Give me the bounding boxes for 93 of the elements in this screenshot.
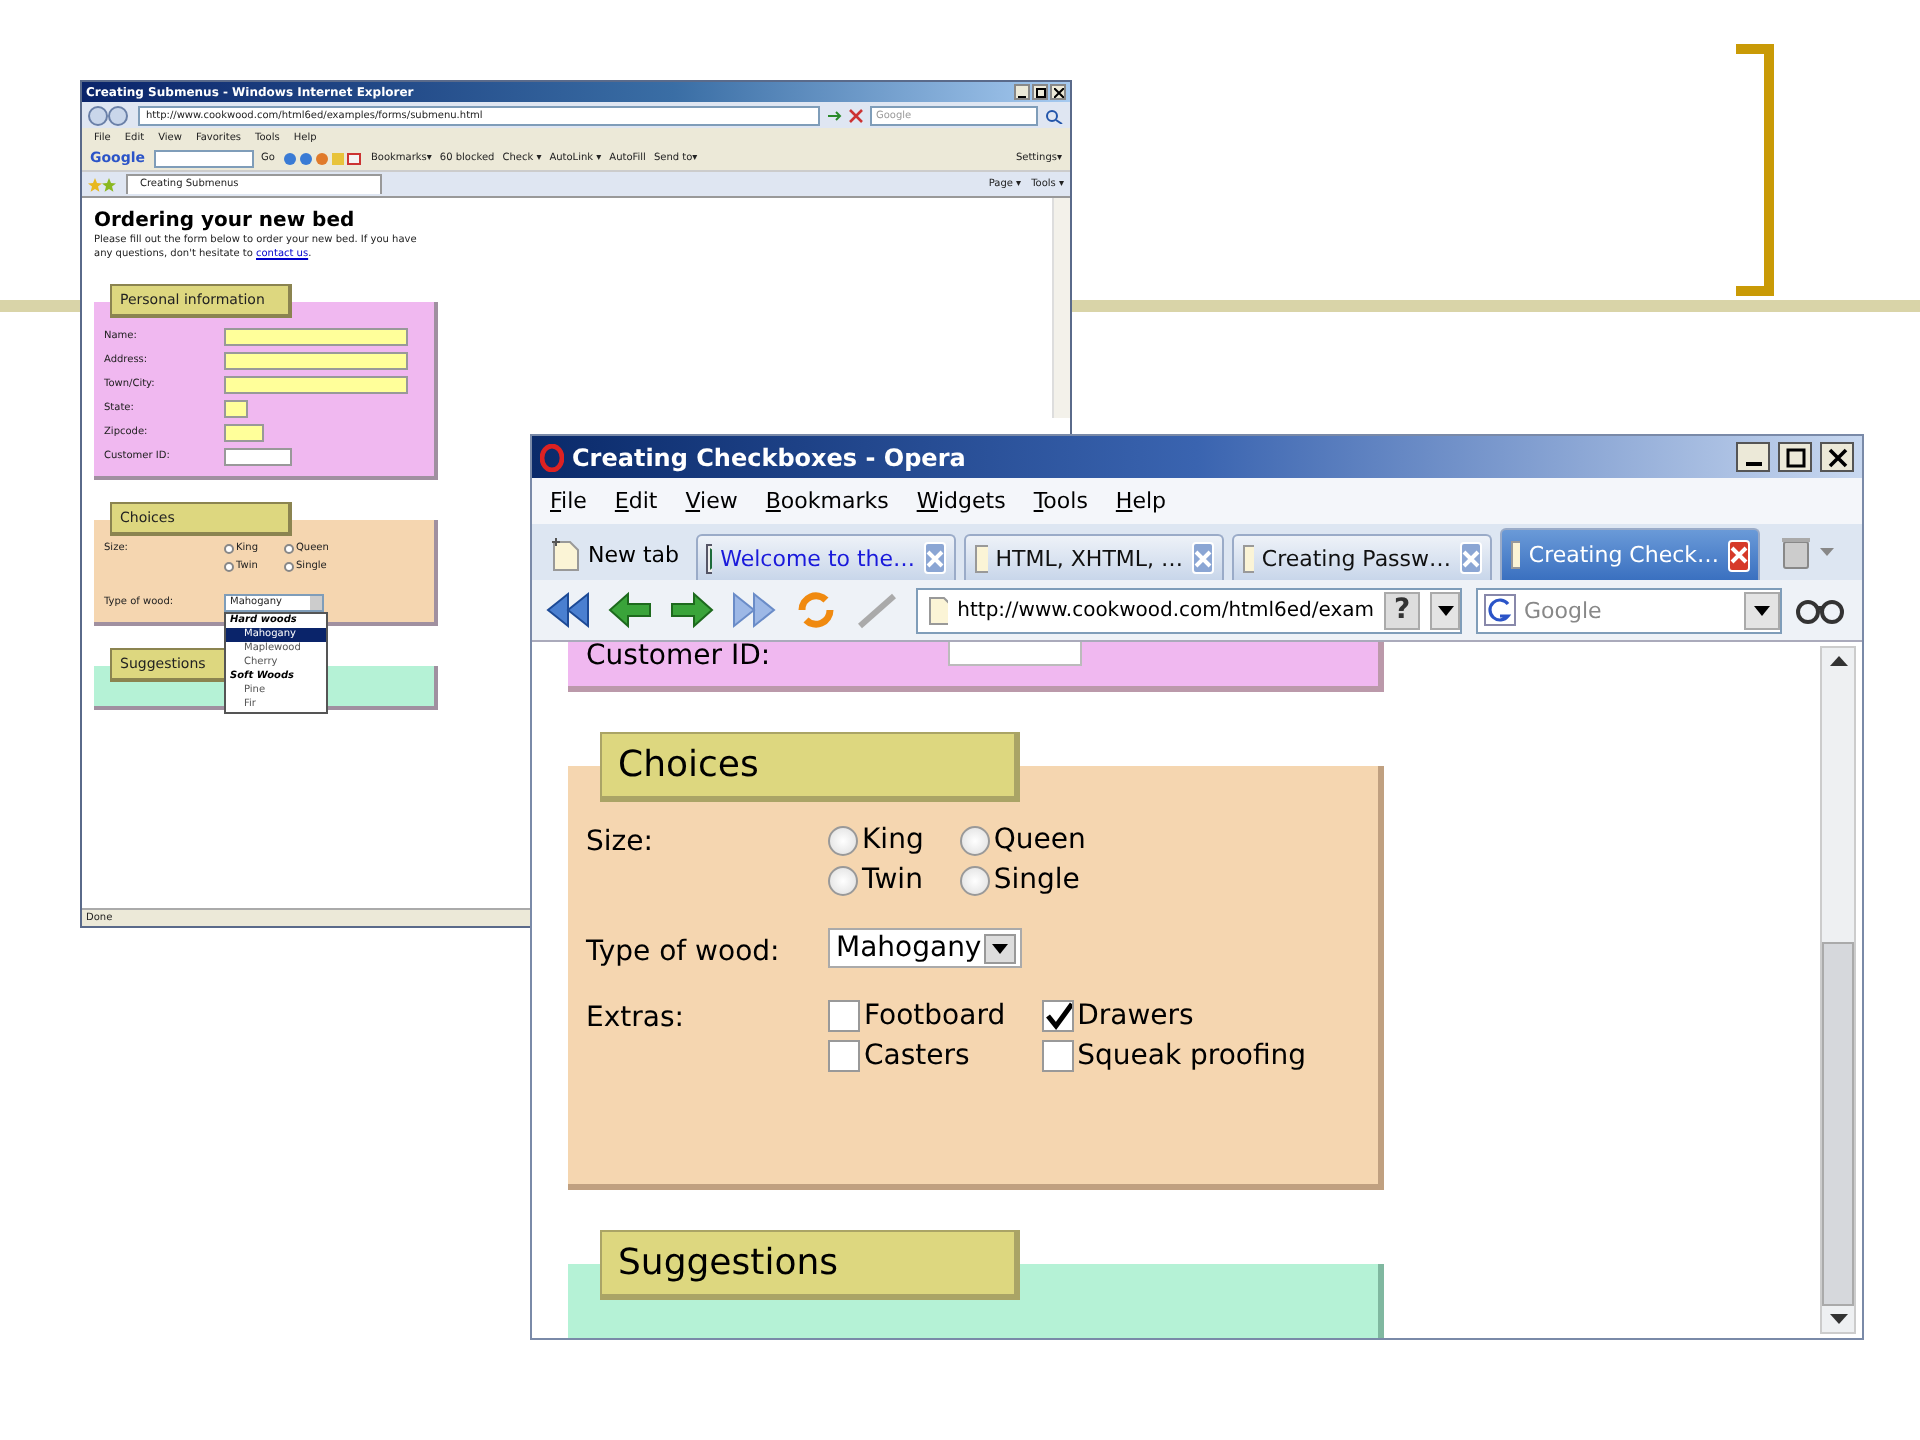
checkbox-option[interactable]: Footboard (828, 996, 1006, 1036)
section-legend: Choices (600, 732, 1020, 802)
back-forward-icon[interactable] (88, 105, 132, 125)
radio-option[interactable]: Queen (959, 820, 1086, 860)
scroll-up-icon[interactable] (1829, 656, 1847, 666)
maximize-icon (1785, 447, 1805, 467)
close-button[interactable] (1820, 442, 1854, 472)
new-tab-button[interactable]: New tab (544, 528, 688, 580)
page-icon (552, 537, 580, 571)
field-label: Customer ID: (586, 642, 773, 672)
glasses-icon[interactable] (1796, 596, 1844, 624)
input-field[interactable] (224, 447, 292, 465)
favorites-icon[interactable] (88, 177, 116, 191)
minimize-button[interactable] (1014, 84, 1030, 100)
input-field[interactable] (224, 399, 248, 417)
checkmark-icon (1043, 1001, 1072, 1031)
minimize-icon (1745, 461, 1761, 465)
browser-tab[interactable]: Creating Check… (1499, 528, 1760, 580)
browser-tab[interactable]: HTML, XHTML, … (963, 534, 1224, 580)
help-button[interactable]: ? (1384, 591, 1421, 629)
close-tab-button[interactable] (1459, 542, 1482, 574)
tab-title: Welcome to the… (720, 545, 916, 571)
input-field[interactable] (224, 327, 408, 345)
radio-option[interactable]: King (828, 820, 924, 860)
close-tab-button[interactable] (923, 542, 946, 574)
close-icon (1193, 549, 1212, 567)
menu-item[interactable]: Widgets (916, 488, 1006, 514)
search-field[interactable] (153, 149, 254, 167)
browser-tab[interactable]: Creating Passw… (1231, 534, 1492, 580)
google-icon (1484, 594, 1516, 626)
menu-item[interactable]: Bookmarks (765, 488, 889, 514)
page-icon (928, 595, 948, 625)
field-label: Type of wood: (586, 933, 782, 967)
menu-item[interactable]: File (550, 488, 587, 514)
tab-title: Creating Check… (1528, 542, 1720, 568)
browser-tab[interactable]: Welcome to the… (695, 534, 956, 580)
caret-icon (992, 944, 1008, 954)
checkbox-option[interactable]: Squeak proofing (1041, 1036, 1307, 1076)
radio-option[interactable]: Twin (828, 860, 924, 900)
back-arrow-icon[interactable] (606, 590, 654, 630)
dropdown-button[interactable] (1430, 591, 1460, 629)
search-field[interactable]: Google (1476, 587, 1782, 633)
input-field[interactable] (948, 642, 1082, 666)
search-icon[interactable] (1044, 107, 1064, 123)
field-label: Extras: (586, 1000, 686, 1034)
refresh-icon[interactable] (826, 107, 842, 123)
window-title: Creating Checkboxes - Opera (572, 443, 966, 471)
caret-icon (1754, 605, 1770, 615)
caret-icon (1437, 605, 1454, 615)
forward-arrow-icon[interactable] (668, 590, 716, 630)
close-icon (925, 549, 944, 567)
rewind-icon[interactable] (544, 590, 592, 630)
minimize-button[interactable] (1736, 442, 1770, 472)
fast-forward-icon[interactable] (730, 590, 778, 630)
section-legend: Suggestions (600, 1230, 1020, 1300)
wood-select[interactable]: Mahogany (828, 928, 1022, 968)
page-heading: Ordering your new bed (94, 210, 357, 232)
tab-title: Creating Passw… (1261, 545, 1452, 571)
tab-title: HTML, XHTML, … (995, 545, 1184, 571)
menu-item[interactable]: Help (1115, 488, 1167, 514)
close-icon (1827, 447, 1847, 467)
input-field[interactable] (224, 351, 408, 369)
pencil-icon[interactable] (854, 590, 902, 630)
maximize-button[interactable] (1778, 442, 1812, 472)
close-tab-button[interactable] (1191, 542, 1214, 574)
close-tab-button[interactable] (1727, 539, 1750, 571)
page-icon (973, 543, 988, 573)
maximize-icon (1035, 87, 1045, 97)
menu-item[interactable]: Edit (614, 488, 658, 514)
input-field[interactable] (224, 375, 408, 393)
close-icon (1729, 546, 1748, 564)
address-field[interactable]: http://www.cookwood.com/html6ed/exam ? (916, 587, 1462, 633)
scrollbar[interactable] (1052, 198, 1070, 418)
opera-logo-icon (540, 443, 564, 471)
dropdown-button[interactable] (1744, 591, 1780, 629)
close-button[interactable] (1050, 84, 1066, 100)
close-icon[interactable] (848, 107, 864, 123)
field-label: Size: (586, 824, 655, 858)
close-icon (1461, 549, 1480, 567)
checkbox-option[interactable]: Drawers (1041, 996, 1307, 1036)
page-icon (1241, 543, 1254, 573)
dropdown-arrow-icon[interactable] (1819, 548, 1834, 556)
maximize-button[interactable] (1032, 84, 1048, 100)
trash-icon[interactable] (1779, 534, 1812, 570)
close-icon (1053, 87, 1063, 97)
menu-item[interactable]: Tools (1033, 488, 1088, 514)
radio-option[interactable]: Single (959, 860, 1086, 900)
scroll-down-icon[interactable] (1829, 1314, 1847, 1324)
scrollbar[interactable] (1820, 646, 1856, 1334)
input-field[interactable] (224, 423, 264, 441)
menu-item[interactable]: View (685, 488, 738, 514)
checkbox-option[interactable]: Casters (828, 1036, 1006, 1076)
page-icon (1509, 540, 1521, 570)
